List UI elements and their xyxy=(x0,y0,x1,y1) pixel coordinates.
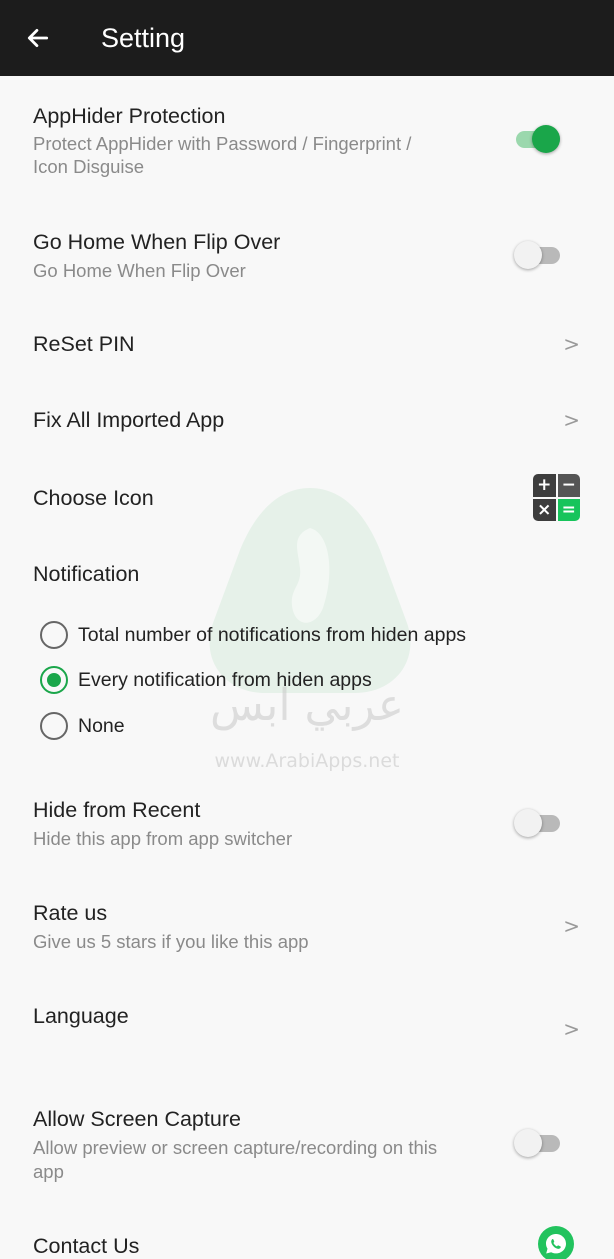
setting-title: AppHider Protection xyxy=(33,104,226,128)
radio-label[interactable]: Every notification from hiden apps xyxy=(78,667,372,693)
setting-title: Choose Icon xyxy=(33,486,154,510)
whatsapp-icon[interactable] xyxy=(538,1226,574,1259)
setting-subtitle: Icon Disguise xyxy=(33,156,145,177)
setting-screen-capture[interactable]: Allow Screen Capture Allow preview or sc… xyxy=(0,1099,614,1199)
setting-title: ReSet PIN xyxy=(33,332,135,356)
setting-fix-imported[interactable]: Fix All Imported App > xyxy=(0,396,614,446)
setting-subtitle: Hide this app from app switcher xyxy=(33,828,293,849)
calculator-icon[interactable]: + − × = xyxy=(533,474,580,521)
setting-title: Allow Screen Capture xyxy=(33,1107,241,1131)
setting-subtitle: Allow preview or screen capture/recordin… xyxy=(33,1137,438,1158)
radio-every-notification[interactable] xyxy=(40,666,68,694)
setting-subtitle: Give us 5 stars if you like this app xyxy=(33,931,309,952)
page-title: Setting xyxy=(101,23,186,53)
radio-label[interactable]: None xyxy=(78,713,125,739)
setting-title: Hide from Recent xyxy=(33,798,201,822)
hide-recent-toggle[interactable] xyxy=(514,808,564,838)
radio-total-notifications[interactable] xyxy=(40,621,68,649)
setting-notification: Notification Total number of notificatio… xyxy=(0,548,614,748)
chevron-right-icon: > xyxy=(563,332,580,356)
chevron-right-icon: > xyxy=(563,408,580,432)
setting-apphider-protection[interactable]: AppHider Protection Protect AppHider wit… xyxy=(0,96,614,196)
radio-label[interactable]: Total number of notifications from hiden… xyxy=(78,622,466,648)
setting-rate-us[interactable]: Rate us Give us 5 stars if you like this… xyxy=(0,893,614,963)
protection-toggle[interactable] xyxy=(514,124,564,154)
equals-symbol: = xyxy=(557,498,580,521)
setting-contact-us[interactable]: Contact Us xyxy=(0,1226,614,1259)
setting-title: Go Home When Flip Over xyxy=(33,230,281,254)
setting-language[interactable]: Language > xyxy=(0,996,614,1076)
plus-symbol: + xyxy=(533,474,556,497)
setting-subtitle: app xyxy=(33,1161,64,1182)
chevron-right-icon: > xyxy=(563,1017,580,1041)
setting-flip-over[interactable]: Go Home When Flip Over Go Home When Flip… xyxy=(0,222,614,292)
chevron-right-icon: > xyxy=(563,914,580,938)
multiply-symbol: × xyxy=(533,498,556,521)
app-bar: Setting xyxy=(0,0,614,76)
watermark-url: www.ArabiApps.net xyxy=(215,750,400,772)
setting-subtitle: Protect AppHider with Password / Fingerp… xyxy=(33,133,412,154)
setting-title: Rate us xyxy=(33,901,108,925)
setting-title: Contact Us xyxy=(33,1234,140,1258)
setting-title: Notification xyxy=(33,562,140,586)
arrow-left-icon xyxy=(27,29,49,47)
screen-capture-toggle[interactable] xyxy=(514,1128,564,1158)
setting-title: Language xyxy=(33,1004,129,1028)
back-button[interactable] xyxy=(18,18,58,58)
setting-hide-recent[interactable]: Hide from Recent Hide this app from app … xyxy=(0,790,614,860)
flip-over-toggle[interactable] xyxy=(514,240,564,270)
minus-symbol: − xyxy=(557,474,580,497)
setting-title: Fix All Imported App xyxy=(33,408,225,432)
setting-choose-icon[interactable]: Choose Icon + − × = xyxy=(0,472,614,526)
radio-none[interactable] xyxy=(40,712,68,740)
setting-subtitle: Go Home When Flip Over xyxy=(33,260,246,281)
setting-reset-pin[interactable]: ReSet PIN > xyxy=(0,320,614,370)
